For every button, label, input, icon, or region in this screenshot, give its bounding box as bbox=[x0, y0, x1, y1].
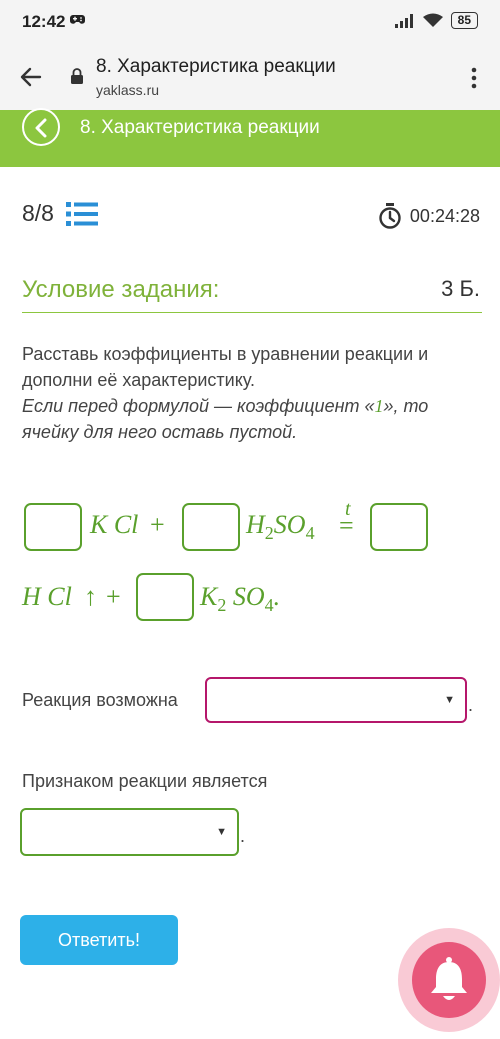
answer-button[interactable]: Ответить! bbox=[20, 915, 178, 965]
question-progress[interactable]: 8/8 bbox=[22, 200, 98, 227]
task-header: Условие задания: 3 Б. bbox=[22, 276, 482, 313]
task-label: Условие задания: bbox=[22, 276, 220, 303]
gas-arrow: ↑ bbox=[84, 582, 97, 611]
back-arrow-icon[interactable] bbox=[18, 64, 44, 90]
timer: 00:24:28 bbox=[378, 203, 480, 229]
reaction-possible-select[interactable]: ▼ bbox=[205, 677, 467, 723]
formula-kcl: K Cl bbox=[90, 510, 139, 539]
formula-h2so4: H2SO4 bbox=[246, 510, 315, 543]
browser-url[interactable]: yaklass.ru bbox=[96, 82, 159, 98]
reaction-possible-label: Реакция возможна bbox=[22, 690, 178, 710]
plus-sign: + bbox=[150, 510, 165, 539]
notification-bell-button[interactable] bbox=[412, 942, 486, 1018]
equals-sign: = bbox=[339, 511, 354, 540]
dropdown-arrow-icon: ▼ bbox=[216, 826, 227, 838]
signal-icon bbox=[394, 13, 413, 28]
reaction-sign-label: Признаком реакции является bbox=[22, 771, 268, 791]
banner-title: 8. Характеристика реакции bbox=[80, 117, 320, 138]
gamepad-icon bbox=[70, 15, 85, 24]
browser-toolbar: 8. Характеристика реакции yaklass.ru bbox=[0, 44, 500, 110]
browser-page-title: 8. Характеристика реакции bbox=[96, 56, 336, 77]
lock-icon bbox=[71, 68, 83, 84]
bell-icon bbox=[431, 957, 467, 1000]
stopwatch-icon bbox=[379, 203, 401, 229]
more-vert-icon[interactable] bbox=[470, 66, 478, 90]
status-bar: 12:42 85 bbox=[0, 0, 500, 44]
formula-k2so4: K2 SO4. bbox=[200, 582, 281, 615]
status-indicators: 85 bbox=[394, 12, 478, 29]
wifi-icon bbox=[422, 13, 443, 27]
plus-sign-2: + bbox=[106, 582, 121, 611]
status-time: 12:42 bbox=[22, 12, 66, 31]
task-points: 3 Б. bbox=[441, 276, 480, 301]
field-dot-1: . bbox=[468, 695, 474, 715]
instruction-line2: Если перед формулой — коэффициент «1», т… bbox=[22, 396, 429, 442]
dropdown-arrow-icon: ▼ bbox=[444, 694, 455, 706]
coefficient-input-k2so4[interactable] bbox=[136, 573, 194, 621]
chevron-left-icon bbox=[35, 118, 47, 138]
field-dot-2: . bbox=[240, 826, 246, 846]
lesson-banner: 8. Характеристика реакции bbox=[0, 108, 500, 167]
timer-value: 00:24:28 bbox=[409, 205, 480, 226]
reaction-sign-select[interactable]: ▼ bbox=[20, 808, 239, 856]
task-instruction: Расставь коэффициенты в уравнении реакци… bbox=[22, 341, 482, 445]
list-icon[interactable] bbox=[65, 201, 98, 226]
coefficient-input-kcl[interactable] bbox=[24, 503, 82, 551]
banner-back-button[interactable] bbox=[22, 108, 60, 146]
coefficient-input-hcl[interactable] bbox=[370, 503, 428, 551]
instruction-line1: Расставь коэффициенты в уравнении реакци… bbox=[22, 344, 429, 390]
progress-counter: 8/8 bbox=[22, 200, 54, 226]
battery-indicator: 85 bbox=[450, 12, 478, 29]
formula-hcl: H Cl bbox=[22, 582, 72, 611]
coefficient-input-h2so4[interactable] bbox=[182, 503, 240, 551]
